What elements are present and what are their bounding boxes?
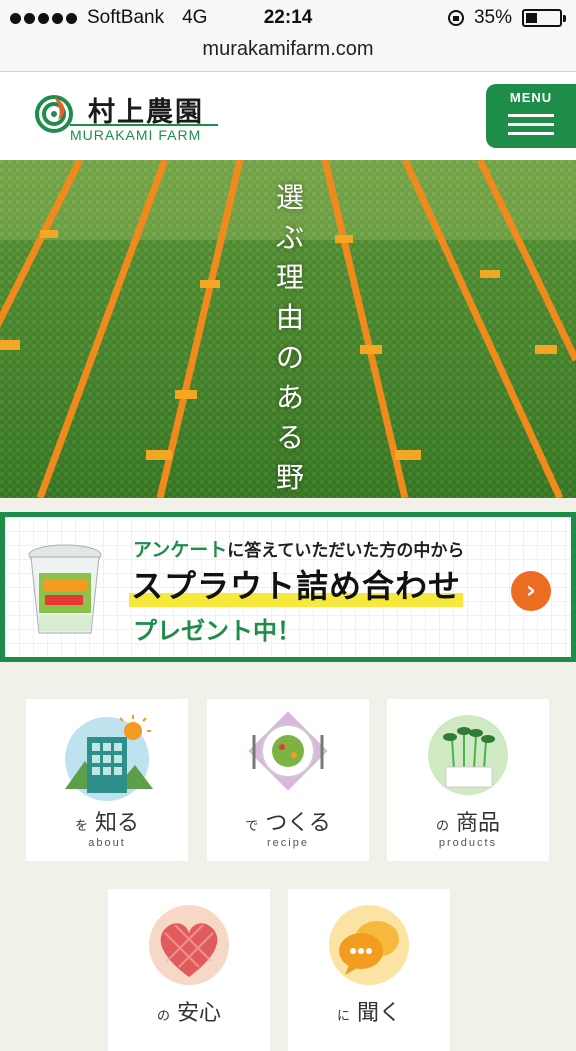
tile-about-sub: about xyxy=(88,837,126,849)
hero-image: 選ぶ理由のある野菜。 xyxy=(0,160,576,498)
banner-line1-rest: に答えていただいた方の中から xyxy=(227,541,465,561)
hero-tagline-char: あ xyxy=(275,381,304,414)
tile-products-label: の 商品 xyxy=(435,811,501,836)
tile-about[interactable]: を 知る about xyxy=(26,699,188,861)
hero-tagline-char: 野 xyxy=(275,461,304,494)
banner-highlight: アンケート xyxy=(133,539,228,561)
battery-percent: 35% xyxy=(473,7,512,28)
tile-products-sub: products xyxy=(438,837,498,849)
rotation-lock-icon xyxy=(447,10,464,26)
hero-tagline-char: る xyxy=(275,421,304,454)
address-bar[interactable]: murakamifarm.com xyxy=(0,36,576,72)
survey-present-banner[interactable]: アンケートに答えていただいた方の中から スプラウト詰め合わせ プレゼント中！ › xyxy=(0,512,576,662)
heart-icon xyxy=(149,905,229,985)
status-bar: SoftBank 4G 22:14 35% xyxy=(0,0,576,36)
tile-safety-label: の 安心 xyxy=(156,1001,222,1026)
tile-safety[interactable]: の 安心 xyxy=(108,889,270,1051)
chevron-right-icon[interactable]: › xyxy=(511,571,551,611)
site-header: 村上農園 MURAKAMI FARM MENU xyxy=(0,72,576,160)
tile-about-label: を 知る xyxy=(74,811,140,836)
tile-products[interactable]: の 商品 products xyxy=(387,699,549,861)
chat-bubbles-icon xyxy=(329,905,409,985)
tile-recipe-sub: recipe xyxy=(267,837,309,849)
site-logo[interactable]: 村上農園 MURAKAMI FARM xyxy=(34,90,234,146)
menu-label: MENU xyxy=(509,90,553,105)
battery-icon xyxy=(522,9,566,27)
hero-tagline-char: ぶ xyxy=(275,221,304,254)
sprouts-icon xyxy=(428,715,508,795)
logo-english: MURAKAMI FARM xyxy=(70,127,202,143)
hero-tagline: 選ぶ理由のある野菜。 xyxy=(270,178,310,498)
sprout-cup-image xyxy=(28,544,102,634)
tile-ask-label: に 聞く xyxy=(336,1001,402,1026)
tile-ask[interactable]: に 聞く xyxy=(288,889,450,1051)
hero-tagline-char: 由 xyxy=(275,301,304,334)
hero-tagline-char: の xyxy=(275,341,304,374)
hamburger-icon xyxy=(508,114,554,141)
url-text[interactable]: murakamifarm.com xyxy=(202,38,373,60)
tile-recipe-label: で つくる xyxy=(245,811,331,836)
status-right-group: 35% xyxy=(447,7,566,29)
menu-button[interactable]: MENU xyxy=(486,84,576,148)
building-icon xyxy=(65,715,153,801)
logo-divider xyxy=(70,124,218,126)
banner-line1: アンケートに答えていただいた方の中から xyxy=(133,535,464,562)
hero-tagline-char: 選 xyxy=(275,181,304,214)
tile-recipe[interactable]: で つくる recipe xyxy=(207,699,369,861)
plate-icon xyxy=(248,711,328,791)
banner-subline: プレゼント中！ xyxy=(133,617,301,645)
leaf-logo-icon xyxy=(35,95,73,133)
banner-headline: スプラウト詰め合わせ xyxy=(129,561,464,607)
hero-tagline-char: 理 xyxy=(275,261,304,294)
